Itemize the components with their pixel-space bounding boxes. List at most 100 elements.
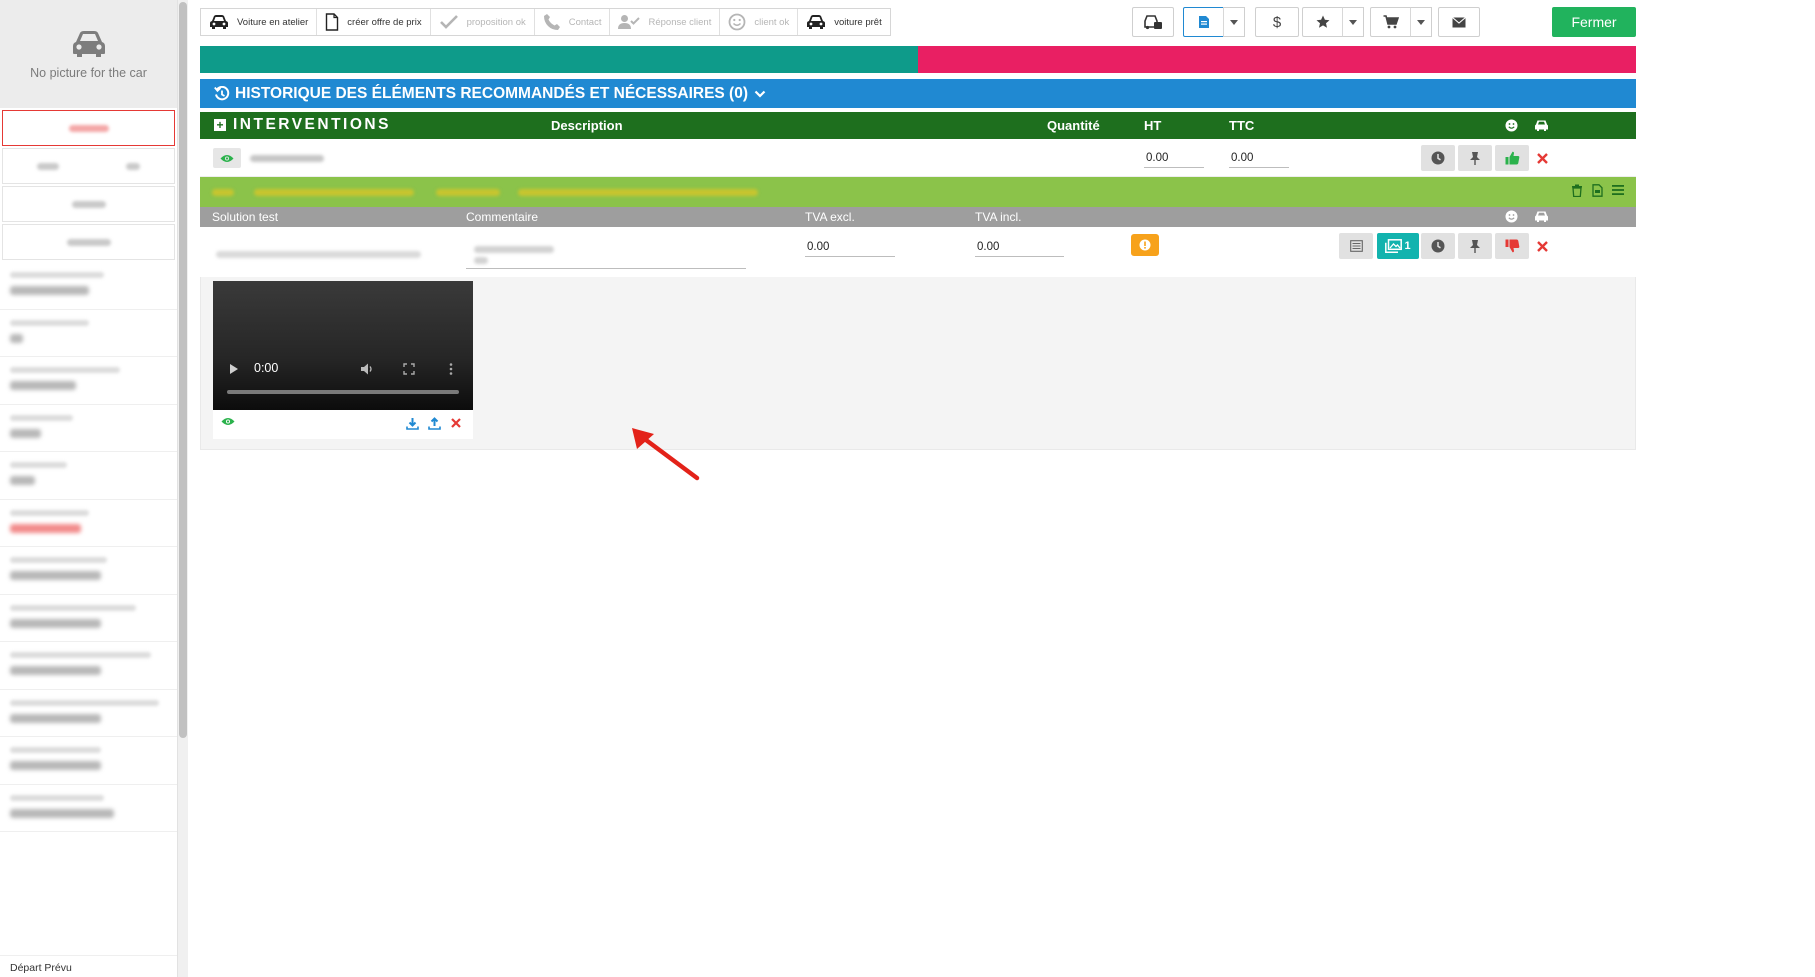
step-label: Réponse client bbox=[648, 16, 712, 28]
note-button[interactable] bbox=[1339, 233, 1373, 259]
cart-dropdown-toggle[interactable] bbox=[1410, 7, 1432, 37]
car-icon bbox=[72, 31, 105, 57]
document-dropdown-toggle[interactable] bbox=[1223, 7, 1245, 37]
volume-icon[interactable] bbox=[360, 363, 374, 375]
intervention-name bbox=[250, 155, 324, 162]
video-player[interactable]: 0:00 bbox=[213, 281, 473, 410]
info-icon bbox=[1139, 239, 1151, 251]
warning-button[interactable] bbox=[1131, 234, 1159, 256]
video-time: 0:00 bbox=[254, 361, 279, 375]
step-label: voiture prêt bbox=[834, 16, 882, 28]
solution-columns-header: Solution test Commentaire TVA excl. TVA … bbox=[200, 207, 1636, 227]
comment-field[interactable] bbox=[466, 241, 746, 269]
step-proposition-ok[interactable]: proposition ok bbox=[431, 9, 535, 35]
pdf-icon[interactable] bbox=[1592, 184, 1603, 197]
interventions-header: + INTERVENTIONS Description Quantité HT … bbox=[200, 112, 1636, 139]
video-progress-track[interactable] bbox=[227, 390, 459, 394]
close-icon[interactable] bbox=[451, 418, 461, 428]
step-client-ok[interactable]: client ok bbox=[720, 9, 799, 35]
ht-input[interactable]: 0.00 bbox=[1144, 150, 1204, 168]
plus-icon[interactable]: + bbox=[214, 119, 226, 131]
video-tools bbox=[213, 410, 473, 439]
sidebar-field bbox=[0, 737, 177, 785]
sidebar-button[interactable] bbox=[2, 224, 175, 260]
smile-icon bbox=[728, 13, 746, 31]
clock-icon bbox=[1431, 239, 1445, 253]
sidebar-button[interactable] bbox=[2, 186, 175, 222]
interventions-title[interactable]: + INTERVENTIONS bbox=[214, 116, 391, 134]
chevron-down-icon bbox=[1349, 19, 1357, 25]
trash-icon[interactable] bbox=[1571, 184, 1583, 197]
no-picture-text: No picture for the car bbox=[30, 66, 147, 80]
close-icon bbox=[1536, 240, 1548, 252]
car-icon bbox=[210, 15, 228, 29]
sidebar-field bbox=[0, 405, 177, 452]
chevron-down-icon bbox=[1417, 19, 1425, 25]
time-button[interactable] bbox=[1421, 233, 1455, 259]
car-service-button[interactable] bbox=[1132, 7, 1174, 37]
historique-label: HISTORIQUE DES ÉLÉMENTS RECOMMANDÉS ET N… bbox=[235, 84, 748, 102]
scrollbar-thumb[interactable] bbox=[179, 2, 187, 738]
phone-icon bbox=[543, 14, 560, 30]
step-creer-offre[interactable]: créer offre de prix bbox=[317, 9, 431, 35]
step-voiture-pret[interactable]: voiture prêt bbox=[798, 9, 890, 35]
favorite-button[interactable] bbox=[1302, 7, 1344, 37]
upload-icon[interactable] bbox=[428, 417, 441, 430]
sidebar-scrollbar[interactable] bbox=[178, 0, 188, 977]
step-reponse-client[interactable]: Réponse client bbox=[610, 9, 721, 35]
thumbs-down-icon bbox=[1505, 239, 1519, 253]
sidebar-field bbox=[0, 547, 177, 595]
close-button[interactable]: Fermer bbox=[1552, 7, 1636, 37]
ttc-input[interactable]: 0.00 bbox=[1229, 150, 1289, 168]
col-description: Description bbox=[551, 118, 623, 133]
more-vertical-icon[interactable] bbox=[449, 363, 453, 375]
play-icon[interactable] bbox=[229, 363, 239, 375]
check-icon bbox=[439, 15, 458, 29]
pin-button[interactable] bbox=[1458, 233, 1492, 259]
historique-toggle[interactable]: HISTORIQUE DES ÉLÉMENTS RECOMMANDÉS ET N… bbox=[200, 79, 1636, 108]
delete-button[interactable] bbox=[1534, 150, 1550, 166]
cart-icon bbox=[1383, 15, 1399, 29]
menu-icon[interactable] bbox=[1612, 184, 1624, 196]
favorite-dropdown-toggle[interactable] bbox=[1342, 7, 1364, 37]
reject-button[interactable] bbox=[1495, 233, 1529, 259]
price-button[interactable]: $ bbox=[1255, 7, 1299, 37]
progress-segment bbox=[918, 46, 1636, 73]
sidebar-field bbox=[0, 785, 177, 832]
sidebar-highlight-box[interactable] bbox=[2, 110, 175, 146]
fullscreen-icon[interactable] bbox=[403, 363, 415, 375]
step-voiture-en-atelier[interactable]: Voiture en atelier bbox=[201, 9, 318, 35]
envelope-icon bbox=[1452, 16, 1466, 27]
col-commentaire: Commentaire bbox=[466, 210, 539, 224]
history-icon bbox=[214, 85, 230, 102]
user-check-icon bbox=[618, 15, 641, 29]
eye-icon[interactable] bbox=[221, 417, 235, 426]
approve-button[interactable] bbox=[1495, 145, 1529, 171]
tva-excl-input[interactable]: 0.00 bbox=[805, 239, 895, 257]
step-label: client ok bbox=[754, 16, 790, 28]
step-label: créer offre de prix bbox=[347, 16, 422, 28]
tva-incl-input[interactable]: 0.00 bbox=[975, 239, 1064, 257]
delete-button[interactable] bbox=[1534, 238, 1550, 254]
video-card: 0:00 bbox=[213, 281, 473, 439]
step-label: Voiture en atelier bbox=[237, 16, 309, 28]
media-button[interactable]: 1 bbox=[1377, 233, 1419, 259]
smile-icon bbox=[1505, 210, 1518, 226]
document-button[interactable] bbox=[1183, 7, 1225, 37]
step-label: proposition ok bbox=[466, 16, 526, 28]
download-icon[interactable] bbox=[406, 417, 419, 430]
main-area: Voiture en atelier créer offre de prix p… bbox=[188, 0, 1815, 977]
sidebar-button-row[interactable] bbox=[2, 148, 175, 184]
step-contact[interactable]: Contact bbox=[535, 9, 611, 35]
visibility-toggle[interactable] bbox=[213, 148, 241, 168]
time-button[interactable] bbox=[1421, 145, 1455, 171]
pin-button[interactable] bbox=[1458, 145, 1492, 171]
email-button[interactable] bbox=[1438, 7, 1480, 37]
cart-button[interactable] bbox=[1370, 7, 1412, 37]
progress-bar bbox=[200, 46, 1636, 73]
sidebar-field bbox=[0, 690, 177, 737]
car-wrench-icon bbox=[1144, 15, 1162, 30]
departure-label: Départ Prévu bbox=[0, 955, 177, 977]
thumbs-up-icon bbox=[1505, 151, 1519, 165]
sidebar-field bbox=[0, 500, 177, 547]
